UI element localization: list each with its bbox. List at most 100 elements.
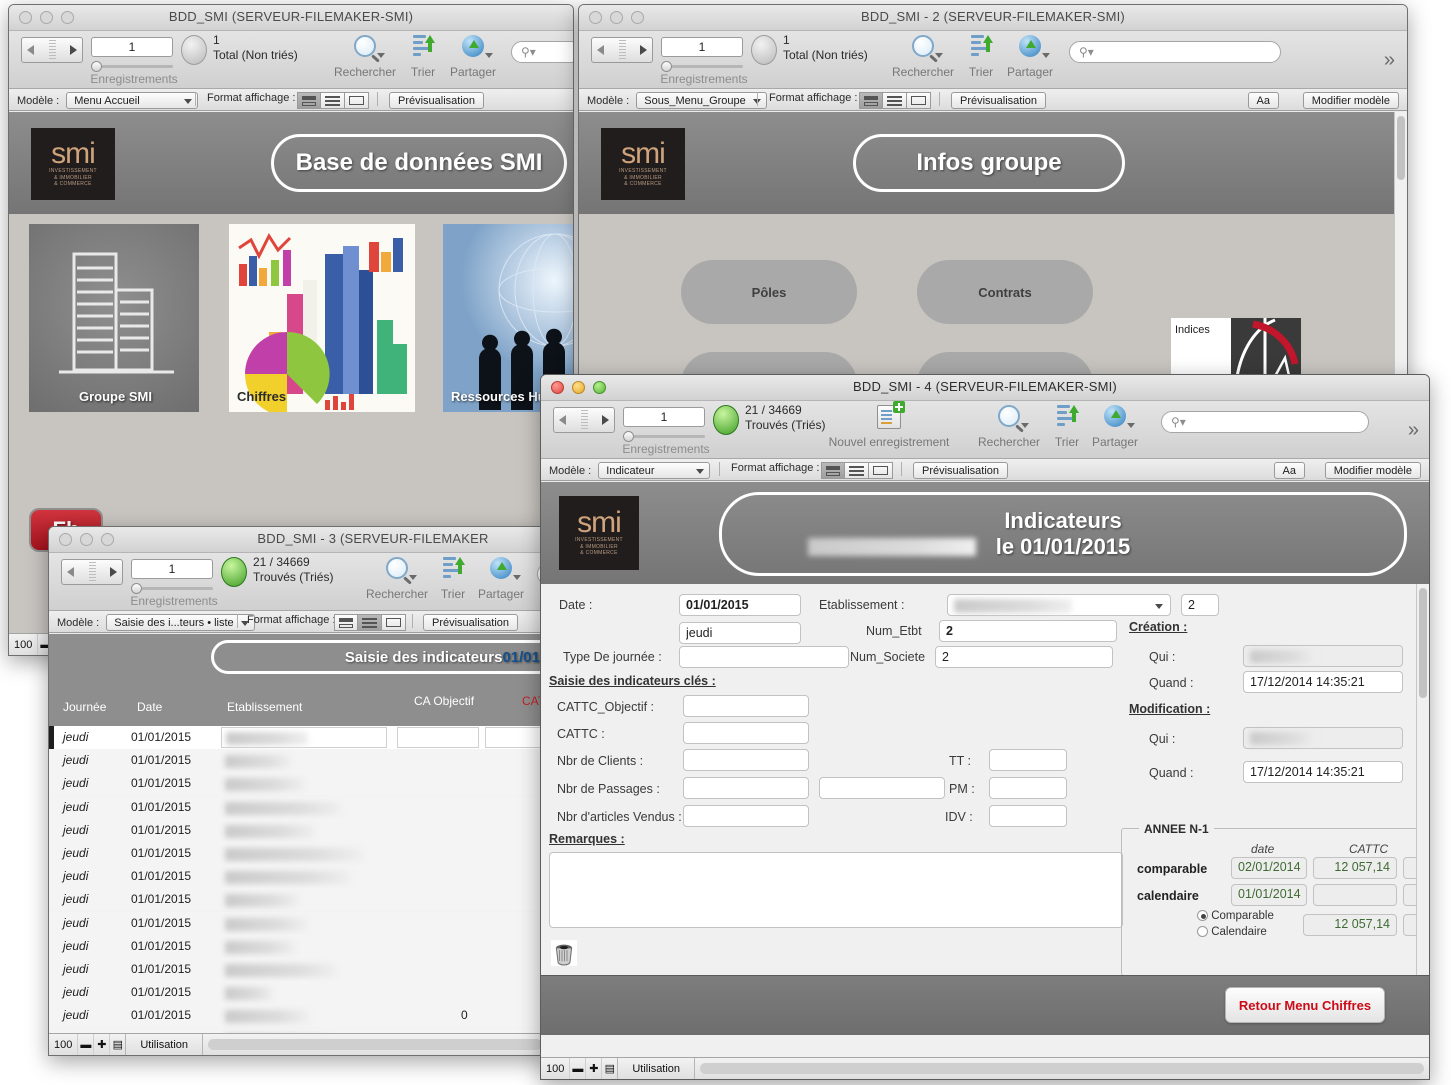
- table-row[interactable]: jeudi 01/01/2015: [49, 772, 547, 796]
- mode-button[interactable]: Utilisation: [618, 1058, 696, 1079]
- titlebar-w3[interactable]: BDD_SMI - 3 (SERVEUR-FILEMAKER: [49, 527, 547, 553]
- tile-chiffres[interactable]: Chiffres: [229, 224, 415, 412]
- mode-button[interactable]: Utilisation: [126, 1034, 204, 1055]
- layout-select[interactable]: Indicateur: [598, 462, 711, 479]
- titlebar-w1[interactable]: BDD_SMI (SERVEUR-FILEMAKER-SMI): [9, 5, 573, 31]
- weekday-input[interactable]: [679, 622, 801, 644]
- share-button[interactable]: Partager: [994, 35, 1066, 79]
- toolbar-overflow-button[interactable]: »: [1408, 419, 1419, 442]
- chevron-down-icon[interactable]: [485, 53, 493, 58]
- search-input[interactable]: ⚲▾: [1069, 41, 1281, 63]
- record-slider[interactable]: [661, 61, 743, 72]
- record-number-input[interactable]: 1: [661, 37, 743, 57]
- chevron-down-icon[interactable]: [513, 575, 521, 580]
- button-contrats[interactable]: Contrats: [917, 260, 1093, 324]
- text-format-button[interactable]: Aa: [1247, 92, 1279, 109]
- chevron-down-icon[interactable]: [409, 575, 417, 580]
- view-form-button[interactable]: [859, 92, 883, 109]
- record-navigator[interactable]: [553, 407, 615, 433]
- chevron-down-icon[interactable]: [1127, 423, 1135, 428]
- chevron-down-icon[interactable]: [1021, 423, 1029, 428]
- view-form-button[interactable]: [334, 614, 358, 631]
- radio-calendaire[interactable]: Calendaire: [1197, 926, 1267, 938]
- layout-select[interactable]: Menu Accueil: [66, 92, 199, 109]
- close-icon[interactable]: [59, 533, 72, 546]
- view-table-button[interactable]: [869, 462, 893, 479]
- pm-input[interactable]: [989, 777, 1067, 799]
- view-list-button[interactable]: [883, 92, 907, 109]
- edit-layout-button[interactable]: Modifier modèle: [1302, 92, 1399, 109]
- table-row[interactable]: jeudi 01/01/2015: [49, 934, 547, 958]
- view-mode-buttons[interactable]: [859, 92, 931, 109]
- layout-select[interactable]: Saisie des i...teurs • liste: [106, 614, 255, 631]
- text-format-button[interactable]: Aa: [1273, 462, 1305, 479]
- view-mode-buttons[interactable]: [334, 614, 406, 631]
- radio-calendaire-icon[interactable]: [1197, 926, 1208, 937]
- edit-layout-button[interactable]: Modifier modèle: [1324, 462, 1421, 479]
- num-societe-input[interactable]: [935, 646, 1113, 668]
- toolbar-overflow-button[interactable]: »: [1384, 49, 1395, 72]
- table-row[interactable]: jeudi 01/01/2015: [49, 958, 547, 981]
- preview-button[interactable]: Prévisualisation: [951, 92, 1047, 109]
- titlebar-w2[interactable]: BDD_SMI - 2 (SERVEUR-FILEMAKER-SMI): [579, 5, 1407, 31]
- delete-record-button[interactable]: [551, 940, 577, 966]
- horizontal-scrollbar-w3[interactable]: [208, 1039, 542, 1050]
- window-bdd-smi-3[interactable]: BDD_SMI - 3 (SERVEUR-FILEMAKER 1 Enregis…: [48, 526, 548, 1056]
- radio-comparable[interactable]: Comparable: [1197, 910, 1274, 922]
- share-button[interactable]: Partager: [1079, 405, 1151, 449]
- search-input[interactable]: ⚲▾: [511, 41, 573, 63]
- record-slider[interactable]: [91, 61, 173, 72]
- cell-etablissement[interactable]: [221, 727, 387, 748]
- zoom-out-icon[interactable]: ▬: [77, 1034, 93, 1055]
- zoom-icon[interactable]: [101, 533, 114, 546]
- zoom-out-icon[interactable]: ▬: [569, 1058, 585, 1079]
- record-number-input[interactable]: 1: [131, 559, 213, 579]
- share-button[interactable]: Partager: [465, 557, 537, 601]
- table-row[interactable]: jeudi 01/01/2015: [49, 981, 547, 1005]
- table-row[interactable]: jeudi 01/01/2015: [49, 865, 547, 889]
- remarques-textarea[interactable]: [549, 852, 1123, 928]
- view-form-button[interactable]: [297, 92, 321, 109]
- table-row[interactable]: jeudi 01/01/2015: [49, 726, 547, 750]
- etablissement-num-input[interactable]: [1181, 594, 1219, 616]
- date-input[interactable]: [679, 594, 801, 616]
- chevron-down-icon[interactable]: [377, 53, 385, 58]
- table-row[interactable]: jeudi 01/01/2015: [49, 749, 547, 773]
- nbr-articles-vendus-input[interactable]: [683, 805, 809, 827]
- record-navigator[interactable]: [21, 37, 83, 63]
- table-row[interactable]: jeudi 01/01/2015: [49, 911, 547, 935]
- zoom-in-icon[interactable]: ✚: [585, 1058, 601, 1079]
- view-list-button[interactable]: [845, 462, 869, 479]
- daytype-input[interactable]: [679, 646, 849, 668]
- etablissement-select[interactable]: [947, 594, 1171, 616]
- titlebar-w4[interactable]: BDD_SMI - 4 (SERVEUR-FILEMAKER-SMI): [541, 375, 1429, 401]
- new-record-button[interactable]: Nouvel enregistrement: [819, 401, 959, 449]
- status-toggle-icon[interactable]: ▤: [109, 1034, 125, 1055]
- tile-groupe-smi[interactable]: Groupe SMI: [29, 224, 199, 412]
- view-form-button[interactable]: [821, 462, 845, 479]
- minimize-icon[interactable]: [80, 533, 93, 546]
- chevron-down-icon[interactable]: [935, 53, 943, 58]
- record-navigator[interactable]: [591, 37, 653, 63]
- horizontal-scrollbar-w4[interactable]: [700, 1063, 1424, 1074]
- nbr-passages-input[interactable]: [683, 777, 809, 799]
- num-etbt-input[interactable]: [939, 620, 1117, 642]
- zoom-controls-w3[interactable]: 100 ▬ ✚ ▤: [49, 1034, 127, 1055]
- preview-button[interactable]: Prévisualisation: [913, 462, 1009, 479]
- cattc-input[interactable]: [683, 722, 809, 744]
- record-number-input[interactable]: 1: [623, 407, 705, 427]
- record-navigator[interactable]: [61, 559, 123, 585]
- view-table-button[interactable]: [382, 614, 406, 631]
- table-row[interactable]: jeudi 01/01/2015 0: [49, 1004, 547, 1028]
- layout-select[interactable]: Sous_Menu_Groupe: [636, 92, 767, 109]
- tt-input[interactable]: [989, 749, 1067, 771]
- view-list-button[interactable]: [358, 614, 382, 631]
- record-slider[interactable]: [623, 431, 705, 442]
- chevron-down-icon[interactable]: [1042, 53, 1050, 58]
- record-slider[interactable]: [131, 583, 213, 594]
- list-body-w3[interactable]: jeudi 01/01/2015 jeudi 01/01/2015 jeudi 01/01…: [49, 726, 547, 1033]
- zoom-controls-w4[interactable]: 100 ▬ ✚ ▤: [541, 1058, 619, 1079]
- window-controls-w3[interactable]: [59, 533, 114, 546]
- idv-input[interactable]: [989, 805, 1067, 827]
- cell-cattc[interactable]: [485, 727, 547, 748]
